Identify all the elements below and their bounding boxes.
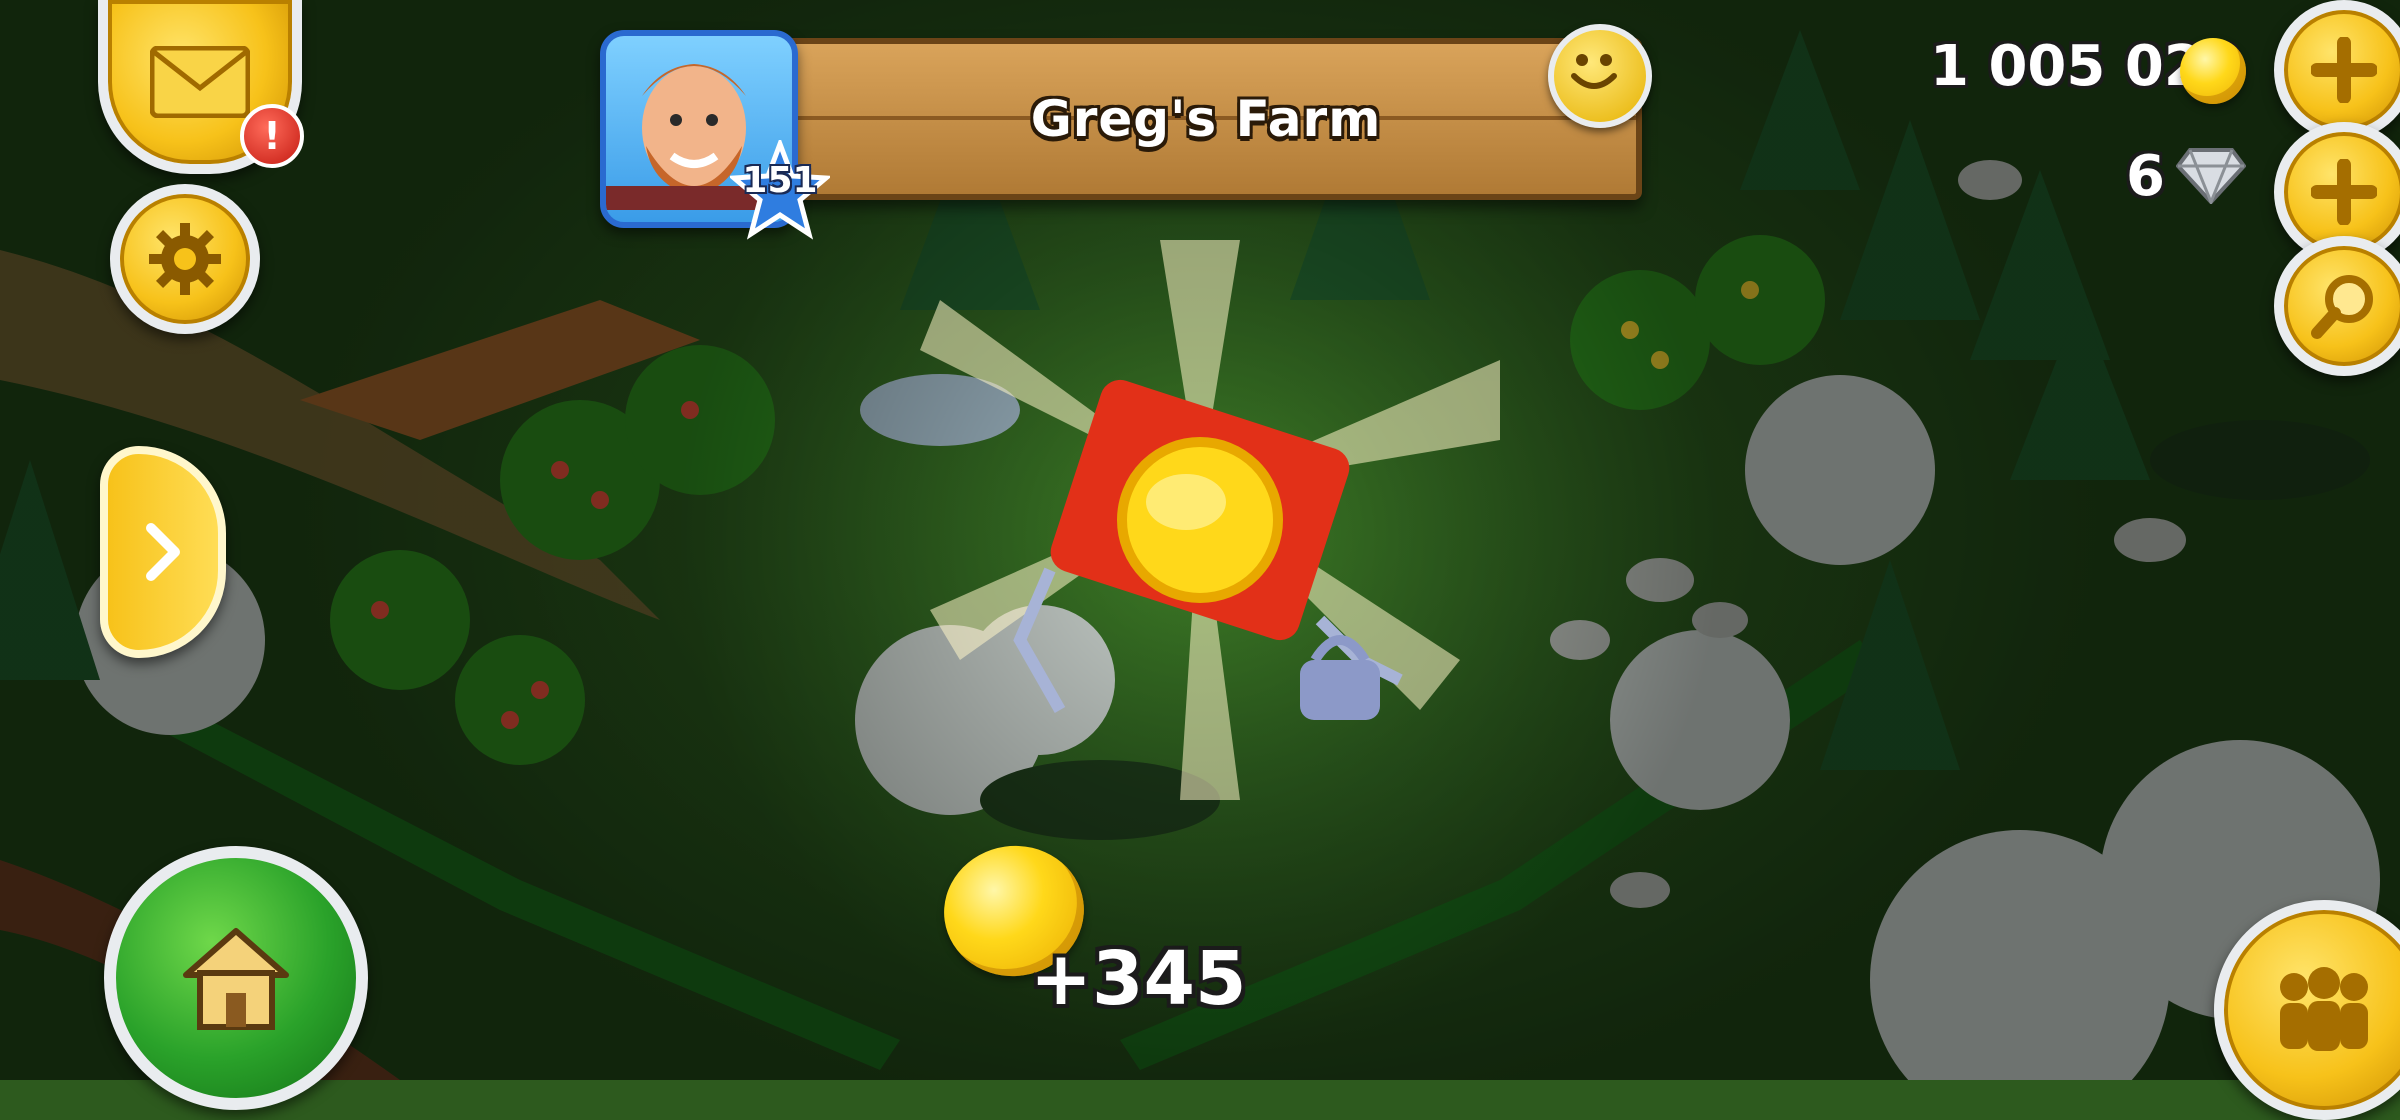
- smiley-icon: [1571, 54, 1617, 89]
- gear-icon: [149, 223, 221, 295]
- diamond-count: 6: [2126, 144, 2165, 209]
- friends-button[interactable]: [1548, 24, 1652, 128]
- plus-icon: [2311, 37, 2377, 103]
- house-icon: [183, 928, 289, 1030]
- farm-name: Greg's Farm: [1030, 90, 1382, 148]
- settings-button[interactable]: [110, 184, 260, 334]
- plus-icon: [2311, 159, 2377, 225]
- dark-puddle: [2150, 420, 2370, 500]
- mail-alert-badge: !: [240, 104, 304, 168]
- diamond-icon: [2176, 148, 2246, 204]
- reward-amount: +345: [1030, 936, 1247, 1022]
- people-icon: [2280, 967, 2368, 1051]
- locked-reward-chest[interactable]: [900, 240, 1500, 800]
- farm-name-banner: Greg's Farm: [770, 38, 1642, 200]
- envelope-icon: [150, 46, 250, 118]
- coin-icon: [2180, 38, 2246, 104]
- chevron-right-icon: [146, 523, 180, 581]
- home-button[interactable]: [104, 846, 368, 1110]
- magnifier-icon: [2311, 275, 2373, 339]
- player-level: 151: [742, 160, 818, 201]
